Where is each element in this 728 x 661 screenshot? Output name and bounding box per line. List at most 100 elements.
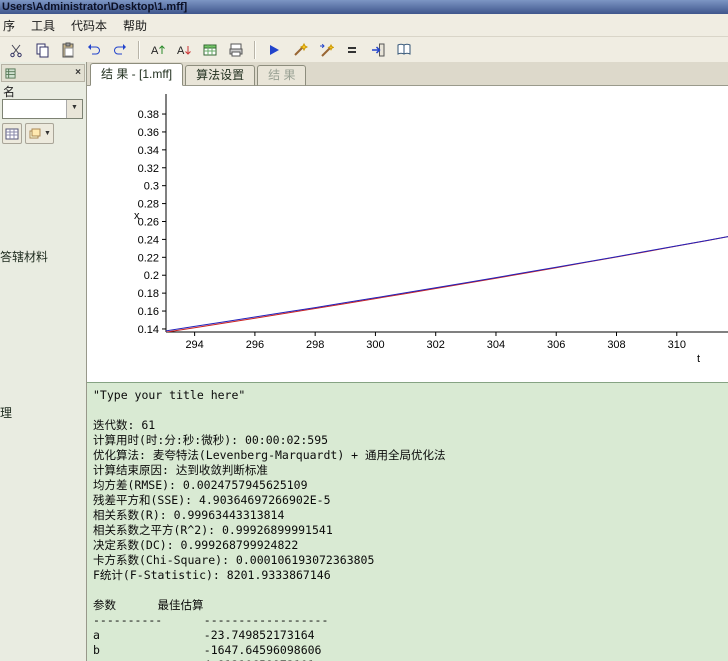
- svg-text:0.18: 0.18: [138, 288, 159, 300]
- tree-item-process[interactable]: 理: [0, 404, 12, 421]
- svg-text:t: t: [697, 353, 700, 365]
- svg-text:0.16: 0.16: [138, 306, 159, 318]
- svg-text:A: A: [177, 45, 185, 57]
- redo-icon: [112, 43, 126, 58]
- svg-text:296: 296: [246, 339, 264, 351]
- results-line: 计算用时(时:分:秒:微秒): 00:00:02:595: [93, 433, 329, 447]
- tree-item-material[interactable]: 答辖材料: [0, 248, 48, 265]
- results-panel: "Type your title here" 迭代数: 61 计算用时(时:分:秒…: [87, 382, 728, 661]
- increase-font-button[interactable]: A: [146, 39, 170, 61]
- chevron-down-icon[interactable]: ▼: [66, 100, 82, 118]
- results-line: 参数 最佳估算: [93, 598, 204, 612]
- panel-grid-icon: [5, 67, 16, 79]
- panel-close-button[interactable]: ×: [75, 68, 81, 78]
- report-book-button[interactable]: [392, 39, 416, 61]
- menu-item-codebook[interactable]: 代码本: [63, 14, 115, 37]
- results-line: 残差平方和(SSE): 4.90364697266902E-5: [93, 493, 331, 507]
- book-icon: [396, 42, 412, 58]
- decrease-font-icon: A: [177, 45, 192, 57]
- toolbar-separator: [254, 40, 256, 59]
- svg-text:0.32: 0.32: [138, 163, 159, 175]
- results-line: ---------- ------------------: [93, 613, 329, 627]
- layers-button[interactable]: ▼: [25, 123, 54, 144]
- fit-plot: 294 296 298 300 302 304 306 308 310 0.14 0.16 0.18 0…: [134, 94, 728, 365]
- results-line: 相关系数之平方(R^2): 0.99926899991541: [93, 523, 333, 537]
- undo-button[interactable]: [82, 39, 106, 61]
- layers-icon: [29, 128, 41, 138]
- results-line: [93, 583, 728, 598]
- svg-text:0.14: 0.14: [138, 324, 159, 336]
- copy-icon: [34, 42, 50, 58]
- tab-strip: 结 果 - [1.mff] 算法设置 结 果: [87, 62, 728, 86]
- data-table-button[interactable]: [198, 39, 222, 61]
- sidebar-toolbar: ▼: [2, 123, 54, 144]
- left-sidebar: × 名 ▼ ▼ 答辖材料 理: [0, 62, 87, 661]
- results-line: [93, 403, 728, 418]
- results-line: 决定系数(DC): 0.999268799924822: [93, 538, 299, 552]
- table-view-icon: [5, 128, 19, 139]
- curve-fit-button[interactable]: [288, 39, 312, 61]
- fit-chart-panel: 294 296 298 300 302 304 306 308 310 0.14 0.16 0.18 0…: [87, 86, 728, 382]
- results-line: 迭代数: 61: [93, 418, 156, 432]
- paste-button[interactable]: [56, 39, 80, 61]
- menu-item-tools[interactable]: 工具: [23, 14, 63, 37]
- equals-button[interactable]: [340, 39, 364, 61]
- svg-text:0.22: 0.22: [138, 252, 159, 264]
- undo-icon: [88, 43, 102, 58]
- svg-text:0.3: 0.3: [144, 181, 159, 193]
- svg-text:294: 294: [185, 339, 203, 351]
- table-view-button[interactable]: [2, 123, 22, 144]
- window-title: Users\Administrator\Desktop\1.mff]: [2, 1, 188, 13]
- menu-item-program[interactable]: 序: [0, 14, 23, 37]
- sidebar-panel-header: ×: [1, 64, 85, 82]
- menu-bar: 序 工具 代码本 帮助: [0, 14, 728, 37]
- run-icon: [270, 44, 279, 55]
- cut-button[interactable]: [4, 39, 28, 61]
- svg-text:310: 310: [668, 339, 686, 351]
- equals-icon: [348, 42, 356, 58]
- increase-font-icon: A: [151, 45, 166, 57]
- chevron-down-icon[interactable]: ▼: [44, 130, 51, 137]
- svg-text:0.28: 0.28: [138, 199, 159, 211]
- print-button[interactable]: [224, 39, 248, 61]
- svg-text:0.36: 0.36: [138, 127, 159, 139]
- menu-item-help[interactable]: 帮助: [115, 14, 155, 37]
- fast-fit-button[interactable]: [314, 39, 338, 61]
- curve-fit-icon: [292, 42, 308, 58]
- results-line: 相关系数(R): 0.99963443313814: [93, 508, 285, 522]
- tab-result-file[interactable]: 结 果 - [1.mff]: [90, 63, 184, 86]
- content-area: × 名 ▼ ▼ 答辖材料 理 结 果 - [1.mff] 算法设置 结 果 29…: [0, 62, 728, 661]
- combo-value: [3, 100, 66, 118]
- redo-button[interactable]: [108, 39, 132, 61]
- toolbar: A A: [0, 37, 728, 63]
- copy-button[interactable]: [30, 39, 54, 61]
- fast-fit-icon: [318, 42, 334, 58]
- svg-text:302: 302: [427, 339, 445, 351]
- svg-text:0.26: 0.26: [138, 216, 159, 228]
- results-line: 计算结束原因: 达到收敛判断标准: [93, 463, 268, 477]
- results-lines: "Type your title here" 迭代数: 61 计算用时(时:分:秒…: [93, 388, 728, 661]
- svg-text:0.38: 0.38: [138, 109, 159, 121]
- tab-algorithm-settings[interactable]: 算法设置: [185, 65, 256, 86]
- panel-label: 名: [3, 85, 16, 99]
- svg-text:300: 300: [366, 339, 384, 351]
- print-icon: [228, 42, 244, 58]
- run-button[interactable]: [262, 39, 286, 61]
- svg-text:306: 306: [547, 339, 565, 351]
- svg-text:A: A: [151, 45, 159, 57]
- results-line: b -1647.64596098606: [93, 643, 322, 657]
- cut-icon: [8, 42, 24, 58]
- svg-text:0.2: 0.2: [144, 270, 159, 282]
- results-line: F统计(F-Statistic): 8201.9333867146: [93, 568, 331, 582]
- results-line: "Type your title here": [93, 388, 246, 402]
- paste-icon: [60, 42, 76, 58]
- variable-combo[interactable]: ▼: [2, 99, 83, 119]
- tab-result[interactable]: 结 果: [257, 65, 307, 86]
- title-bar: Users\Administrator\Desktop\1.mff]: [0, 0, 728, 14]
- svg-text:304: 304: [487, 339, 505, 351]
- decrease-font-button[interactable]: A: [172, 39, 196, 61]
- results-line: 优化算法: 麦夸特法(Levenberg-Marquardt) + 通用全局优化…: [93, 448, 446, 462]
- results-line: 卡方系数(Chi-Square): 0.000106193072363805: [93, 553, 375, 567]
- export-button[interactable]: [366, 39, 390, 61]
- results-line: 均方差(RMSE): 0.0024757945625109: [93, 478, 308, 492]
